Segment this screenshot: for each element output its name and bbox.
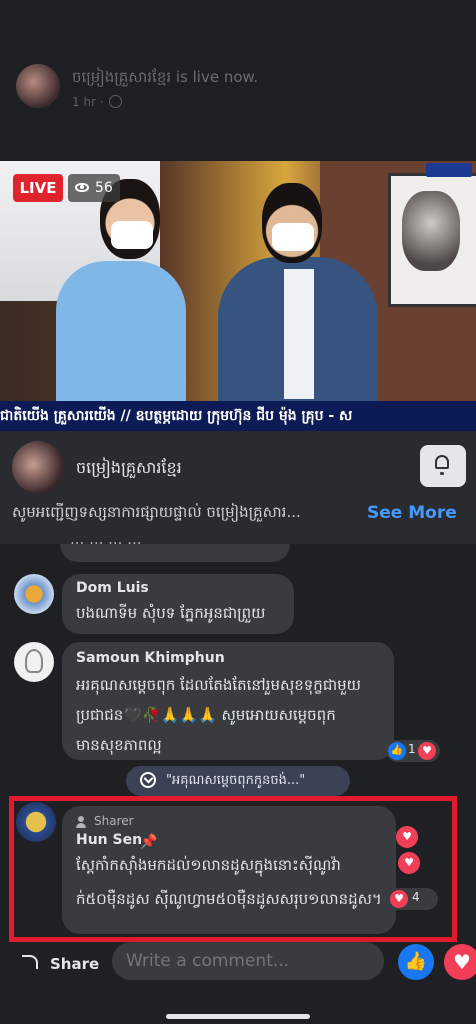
love-reaction-icon: ♥	[418, 742, 436, 760]
post-time: 1 hr ·	[72, 95, 122, 109]
reaction-summary[interactable]: 👍 1 ♥	[386, 740, 440, 762]
like-reaction-icon: 👍	[388, 742, 406, 760]
bell-icon	[435, 455, 449, 475]
person-sketch-icon	[25, 649, 43, 673]
globe-icon	[108, 95, 122, 108]
home-indicator[interactable]	[166, 1014, 310, 1019]
thumbs-up-icon: 👍	[404, 951, 428, 972]
comment-text-line: អរគុណសម្តេចពុក ដែលតែងតែនៅរួមសុខទុក្ខជាមួ…	[76, 676, 361, 694]
page-avatar[interactable]	[16, 64, 60, 108]
like-button[interactable]: 👍	[398, 944, 434, 980]
share-arrow-icon	[22, 955, 38, 969]
host-right-shirt	[284, 269, 314, 399]
comments-panel: ... ... ... ... Dom Luis បងណាទីម សុំបទ ភ…	[0, 530, 476, 1024]
avatar[interactable]	[14, 642, 54, 682]
comment-text: បងណាទីម សុំបទ ភ្នែកអូនជាព្រួយ	[76, 604, 266, 622]
live-video[interactable]: ជាតិយើង គ្រួសារយើង // ឧបត្ថម្ភដោយ ក្រុមហ…	[0, 161, 476, 431]
reaction-count: 1	[408, 742, 416, 756]
page-avatar[interactable]	[12, 441, 64, 493]
see-more-link[interactable]: See More	[367, 503, 457, 523]
heart-icon: ♥	[453, 950, 471, 974]
comment-text: ... ... ... ...	[70, 530, 142, 548]
share-button[interactable]: Share	[14, 948, 100, 980]
comment-text-line: ប្រជាជន🖤🥀🙏🙏🙏 សូមអោយសម្ដេចពុក	[76, 706, 336, 724]
notification-button[interactable]	[420, 445, 466, 487]
page-name[interactable]: ចម្រៀងគ្រួសារខ្មែរ	[76, 457, 182, 481]
new-comments-button[interactable]: "អគុណសម្ដេចពុកកូនចង់..."	[126, 766, 350, 796]
heart-icon: ♥	[422, 744, 432, 757]
chevron-down-icon	[140, 772, 156, 788]
love-button[interactable]: ♥	[444, 944, 476, 980]
new-comment-preview: "អគុណសម្ដេចពុកកូនចង់..."	[166, 773, 306, 788]
viewer-count: 56	[95, 180, 113, 196]
page-info-bar: ចម្រៀងគ្រួសារខ្មែរ សូមអញ្ជើញទស្សនាការផ្ស…	[0, 431, 476, 544]
comment-bubble[interactable]: Samoun Khimphun អរគុណសម្តេចពុក ដែលតែងតែន…	[62, 642, 394, 760]
post-header: ចម្រៀងគ្រួសារខ្មែរ is live now.	[72, 68, 258, 90]
commenter-name[interactable]: Dom Luis	[76, 580, 149, 596]
commenter-name[interactable]: Samoun Khimphun	[76, 650, 225, 666]
eye-icon	[75, 183, 89, 192]
comment-text-line: មានសុខភាពល្អ	[76, 736, 162, 754]
face-mask	[272, 223, 314, 251]
host-left	[56, 261, 186, 401]
share-label: Share	[50, 955, 100, 973]
time-text: 1 hr ·	[72, 95, 104, 109]
page-name-link[interactable]: ចម្រៀងគ្រួសារខ្មែរ	[72, 68, 171, 86]
avatar[interactable]	[14, 574, 54, 614]
face-mask	[111, 221, 153, 249]
viewer-count-badge: 56	[68, 174, 120, 202]
comment-input[interactable]	[112, 942, 384, 980]
comment-bubble[interactable]: Dom Luis បងណាទីម សុំបទ ភ្នែកអូនជាព្រួយ	[62, 574, 294, 634]
live-badge: LIVE	[13, 174, 63, 202]
thumbs-up-icon: 👍	[390, 745, 404, 756]
live-status-text: is live now.	[175, 68, 259, 86]
page-description: សូមអញ្ជើញទស្សនាការផ្សាយផ្ទាល់ ចម្រៀងគ្រួ…	[12, 503, 301, 521]
news-ticker: ជាតិយើង គ្រួសារយើង // ឧបត្ថម្ភដោយ ក្រុមហ…	[0, 401, 476, 431]
highlight-annotation	[9, 796, 457, 942]
portrait-photo	[402, 191, 460, 271]
channel-logo	[426, 163, 472, 177]
